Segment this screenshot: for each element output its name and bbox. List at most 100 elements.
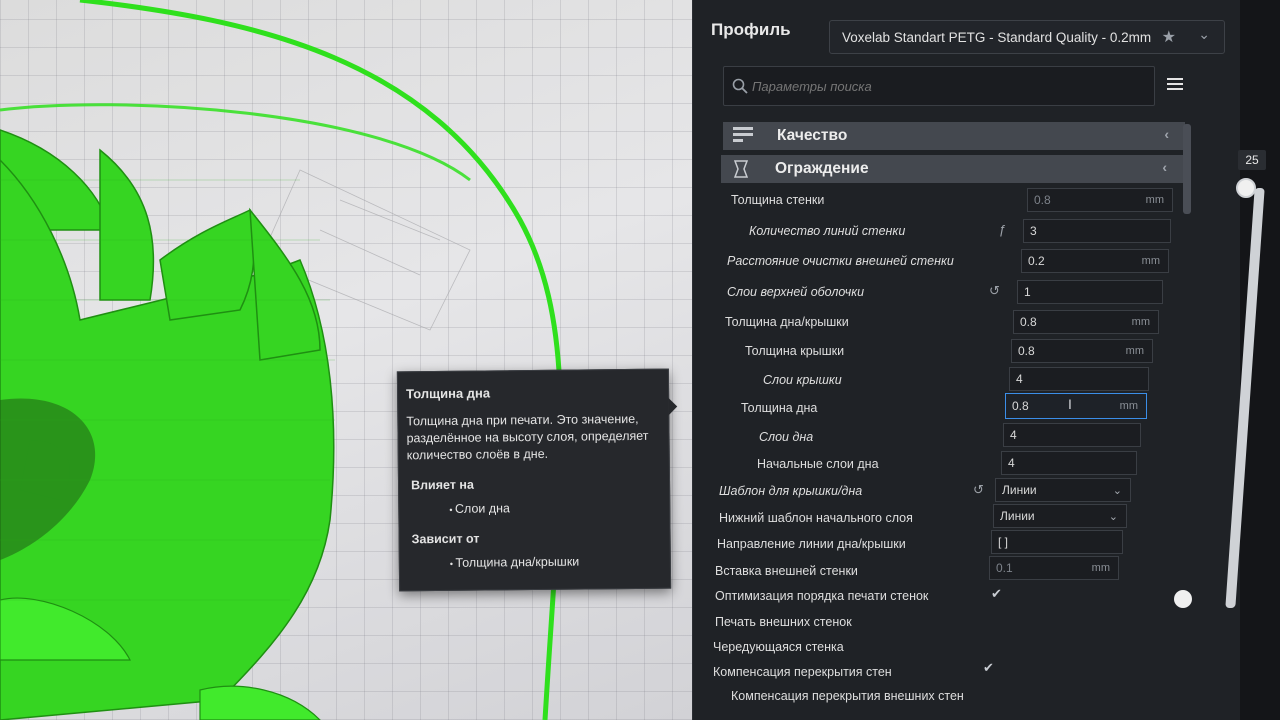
setting-row: Печать внешних стенок xyxy=(715,610,852,634)
chevron-down-icon: ⌄ xyxy=(1112,484,1122,497)
field-value: 1 xyxy=(1024,285,1031,299)
settings-menu-icon[interactable] xyxy=(1167,78,1183,93)
reset-icon[interactable]: ↺ xyxy=(973,482,987,497)
field-value: 4 xyxy=(1016,372,1023,386)
field-value: Линии xyxy=(1002,483,1037,497)
setting-row: Толщина дна xyxy=(741,396,817,420)
unit-label: mm xyxy=(1125,345,1144,357)
setting-tooltip: Толщина дна Толщина дна при печати. Это … xyxy=(396,368,672,592)
setting-label: Нижний шаблон начального слоя xyxy=(719,511,913,525)
wall-thickness-field[interactable]: 0.8 mm xyxy=(1027,188,1173,212)
setting-label: Слои верхней оболочки xyxy=(727,285,865,299)
field-value: 0.2 xyxy=(1028,254,1045,268)
layer-number-badge: 25 xyxy=(1238,150,1266,170)
3d-viewport[interactable] xyxy=(0,0,700,720)
setting-label: Шаблон для крышки/дна xyxy=(719,484,863,498)
unit-label: mm xyxy=(1131,316,1150,328)
wall-line-count-field[interactable]: 3 xyxy=(1023,219,1171,243)
unit-label: mm xyxy=(1141,255,1160,267)
top-layers-field[interactable]: 4 xyxy=(1009,367,1149,391)
wall-overlap-checkbox[interactable]: ✔ xyxy=(983,660,994,676)
category-quality[interactable]: Качество ‹ xyxy=(723,122,1185,150)
field-value: 4 xyxy=(1010,428,1017,442)
setting-row: Толщина стенки xyxy=(731,188,824,212)
unit-label: mm xyxy=(1091,562,1110,574)
setting-label: Чередующаяся стенка xyxy=(713,640,844,654)
setting-label: Толщина дна/крышки xyxy=(725,315,849,329)
setting-label: Слои дна xyxy=(759,430,814,444)
layer-slider-bottom-handle[interactable] xyxy=(1174,590,1192,608)
top-bottom-pattern-dropdown[interactable]: Линии ⌄ xyxy=(995,478,1131,502)
chevron-down-icon: ⌄ xyxy=(1108,510,1118,523)
unit-label: mm xyxy=(1119,400,1138,412)
category-label: Качество xyxy=(777,127,848,144)
field-value: 0.8 xyxy=(1034,193,1051,207)
field-value: 0.1 xyxy=(996,561,1013,575)
outer-wall-wipe-field[interactable]: 0.2 mm xyxy=(1021,249,1169,273)
profile-value: Voxelab Standart PETG - Standard Quality… xyxy=(842,29,1152,45)
unit-label: mm xyxy=(1145,194,1164,206)
bottom-layers-field[interactable]: 4 xyxy=(1003,423,1141,447)
tooltip-affects-item: Слои дна xyxy=(449,500,659,516)
line-direction-field[interactable]: [ ] xyxy=(991,530,1123,554)
setting-row: Количество линий стенки xyxy=(749,219,905,243)
shell-icon xyxy=(733,160,749,178)
tooltip-depends-item: Толщина дна/крышки xyxy=(450,554,660,570)
favorite-star-icon[interactable]: ★ xyxy=(1162,27,1176,47)
chevron-down-icon: ⌄ xyxy=(1198,26,1210,42)
field-value: 0.8 xyxy=(1012,399,1029,413)
setting-label: Слои крышки xyxy=(763,373,842,387)
field-value: 0.8 xyxy=(1020,315,1037,329)
function-icon[interactable]: ƒ xyxy=(999,222,1013,237)
reset-icon[interactable]: ↺ xyxy=(989,283,1003,298)
tooltip-title: Толщина дна xyxy=(406,385,491,402)
search-icon xyxy=(732,78,748,94)
tooltip-depends-label: Зависит от xyxy=(411,531,480,547)
chevron-left-icon: ‹ xyxy=(1164,126,1169,142)
category-label: Ограждение xyxy=(775,160,869,177)
print-settings-panel: Профиль Voxelab Standart PETG - Standard… xyxy=(692,0,1240,720)
tooltip-description: Толщина дна при печати. Это значение, ра… xyxy=(406,411,649,463)
text-cursor-icon: I xyxy=(1068,396,1072,412)
outer-wall-inset-field[interactable]: 0.1 mm xyxy=(989,556,1119,580)
bottom-thickness-field[interactable]: 0.8 I mm xyxy=(1005,393,1147,419)
setting-row: Слои верхней оболочки xyxy=(727,280,864,304)
field-value: 0.8 xyxy=(1018,344,1035,358)
setting-row: Чередующаяся стенка xyxy=(713,635,844,659)
layer-slider-top-handle[interactable] xyxy=(1236,178,1256,198)
field-value: [ ] xyxy=(998,535,1009,549)
initial-bottom-layers-field[interactable]: 4 xyxy=(1001,451,1137,475)
search-input[interactable] xyxy=(752,78,1132,94)
setting-row: Толщина крышки xyxy=(745,339,844,363)
category-shell[interactable]: Ограждение ‹ xyxy=(721,155,1183,183)
setting-row: Вставка внешней стенки xyxy=(715,559,858,583)
top-thickness-field[interactable]: 0.8 mm xyxy=(1011,339,1153,363)
optimize-wall-order-checkbox[interactable]: ✔ xyxy=(991,586,1002,602)
initial-layer-pattern-dropdown[interactable]: Линии ⌄ xyxy=(993,504,1127,528)
settings-search[interactable] xyxy=(723,66,1155,106)
setting-row: Компенсация перекрытия внешних стен xyxy=(731,684,964,708)
profile-label: Профиль xyxy=(711,20,791,39)
setting-row: Слои дна xyxy=(759,425,813,449)
setting-label: Расстояние очистки внешней стенки xyxy=(727,254,954,268)
settings-scrollbar[interactable] xyxy=(1183,124,1191,214)
setting-label: Толщина дна xyxy=(741,401,818,415)
setting-label: Количество линий стенки xyxy=(749,224,906,238)
setting-row: Начальные слои дна xyxy=(757,452,879,476)
chevron-left-icon: ‹ xyxy=(1162,159,1167,175)
quality-icon xyxy=(733,127,753,142)
setting-row: Компенсация перекрытия стен xyxy=(713,660,892,684)
profile-dropdown[interactable]: Voxelab Standart PETG - Standard Quality… xyxy=(829,20,1225,54)
setting-label: Начальные слои дна xyxy=(757,457,879,471)
setting-row: Направление линии дна/крышки xyxy=(717,532,906,556)
setting-label: Вставка внешней стенки xyxy=(715,564,858,578)
top-skin-layers-field[interactable]: 1 xyxy=(1017,280,1163,304)
field-value: 3 xyxy=(1030,224,1037,238)
setting-row: Толщина дна/крышки xyxy=(725,310,849,334)
setting-label: Компенсация перекрытия стен xyxy=(713,665,892,679)
setting-label: Направление линии дна/крышки xyxy=(717,537,906,551)
top-bottom-thickness-field[interactable]: 0.8 mm xyxy=(1013,310,1159,334)
field-value: 4 xyxy=(1008,456,1015,470)
model-render xyxy=(0,0,564,720)
setting-label: Толщина стенки xyxy=(731,193,825,207)
